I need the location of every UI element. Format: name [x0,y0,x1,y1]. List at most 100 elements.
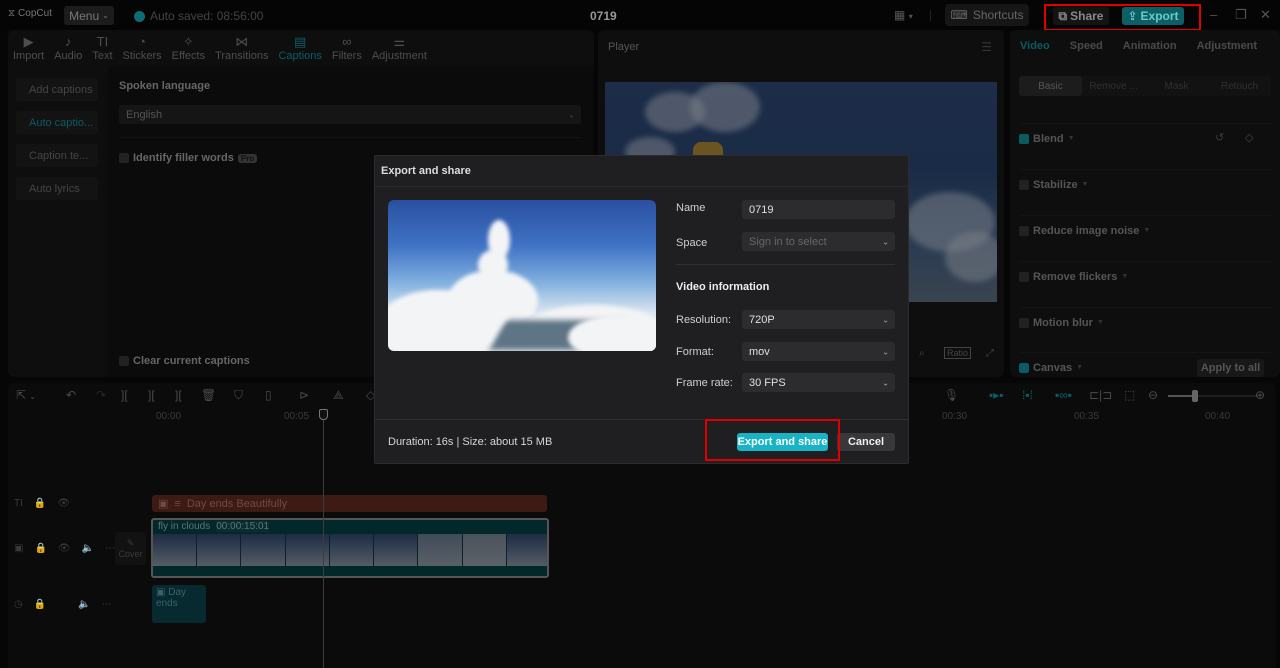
caret-down-icon[interactable]: ▼ [1076,364,1083,371]
sidebar-item[interactable]: Auto captio... [16,111,98,134]
split-right-button[interactable]: ][ [175,388,182,402]
caret-down-icon[interactable]: ▼ [1097,319,1104,326]
subtab[interactable]: Retouch [1208,76,1271,96]
tab-captions[interactable]: ▤ Captions [273,30,326,66]
record-audio-button[interactable]: 🎙 [944,388,959,402]
property-row[interactable]: Blend ▼ [1019,123,1271,153]
lock-icon[interactable]: 🔒 [34,498,46,509]
freeze-button[interactable]: ▯ [265,388,272,402]
property-row[interactable]: Reduce image noise ▼ [1019,215,1271,245]
export-button[interactable]: ⇪ Export [1122,7,1184,25]
tab-audio[interactable]: ♪ Audio [49,30,87,66]
checkbox[interactable] [1019,133,1029,144]
text-clip[interactable]: ▣ ≡ Day ends Beautifully [152,495,547,512]
subtab[interactable]: Remove ... [1082,76,1145,96]
zoom-slider-thumb[interactable] [1192,390,1198,402]
checkbox[interactable] [1019,317,1029,328]
reset-button[interactable]: ↺ [1215,131,1224,144]
keyframe-button[interactable]: ◇ [1245,131,1253,144]
cover-button[interactable]: ✎ Cover [115,532,146,565]
tab-transitions[interactable]: ⋈ Transitions [210,30,273,66]
tab-adjustment[interactable]: ⚌ Adjustment [367,30,432,66]
minimize-button[interactable]: – [1210,7,1217,22]
timeline-zoom-slider[interactable] [1168,390,1258,402]
sidebar-item[interactable]: Caption te... [16,144,98,167]
playhead[interactable] [323,409,324,668]
tab-stickers[interactable]: ◔ Stickers [118,30,167,66]
menu-button[interactable]: Menu ⌄ [64,6,114,25]
tab-adjustment[interactable]: Adjustment [1187,40,1268,52]
zoom-in-button[interactable]: ⊕ [1255,388,1265,402]
language-select[interactable]: English ⌄ [119,105,581,124]
checkbox[interactable] [1019,225,1029,236]
tab-filters[interactable]: ∞ Filters [327,30,367,66]
zoom-out-button[interactable]: ⊖ [1148,388,1158,402]
playhead-handle[interactable] [319,409,328,420]
format-select[interactable]: mov ⌄ [742,342,895,361]
subtab[interactable]: Basic [1019,76,1082,96]
ratio-button[interactable]: Ratio [944,347,972,359]
volume-icon[interactable]: 🔈 [78,599,90,610]
tab-import[interactable]: ▶ Import [8,30,49,66]
property-row[interactable]: Stabilize ▼ [1019,169,1271,199]
more-icon[interactable]: ⋯ [102,599,112,610]
video-clip[interactable]: fly in clouds 00:00:15:01 [151,518,549,578]
cancel-button[interactable]: Cancel [837,433,895,451]
reverse-button[interactable]: ⊳ [299,388,309,402]
apply-to-all-button[interactable]: Apply to all [1197,359,1264,377]
player-menu-button[interactable]: ☰ [981,40,992,54]
split-button[interactable]: ][ [121,388,128,402]
lock-icon[interactable]: 🔒 [34,599,46,610]
subtab[interactable]: Mask [1145,76,1208,96]
layout-button[interactable]: ▦ ▾ [894,8,913,22]
checkbox[interactable] [1019,271,1029,282]
tab-video[interactable]: Video [1010,40,1060,52]
sidebar-item[interactable]: Add captions [16,78,98,101]
main-track-magnet-button[interactable]: ▪▸▪ [989,388,1004,402]
restore-button[interactable]: ❐ [1235,7,1247,23]
close-button[interactable]: ✕ [1260,7,1271,23]
select-tool-button[interactable]: ⇱ ⌄ [16,388,36,402]
lock-icon[interactable]: 🔒 [34,543,46,554]
framerate-select[interactable]: 30 FPS ⌄ [742,373,895,392]
caret-down-icon[interactable]: ▼ [1082,181,1089,188]
split-left-button[interactable]: ][ [148,388,155,402]
tab-animation[interactable]: Animation [1113,40,1187,52]
filler-words-option[interactable]: Identify filler words Pro [119,152,258,164]
checkbox[interactable] [1019,362,1029,373]
fullscreen-button[interactable]: ⤢ [986,348,994,359]
tab-text[interactable]: TI Text [87,30,117,66]
delete-button[interactable]: 🗑 [201,388,216,402]
redo-button[interactable]: ↷ [96,388,106,402]
preview-axis-button[interactable]: ⊏|⊐ [1089,388,1112,402]
checkbox[interactable] [119,153,129,163]
share-button[interactable]: ⧉ Share [1053,7,1109,25]
audio-clip[interactable]: ▣ Day ends [152,585,206,623]
checkbox[interactable] [1019,179,1029,190]
auto-snap-button[interactable]: ⁞▪⁞ [1022,388,1033,402]
space-select[interactable]: Sign in to select ⌄ [742,232,895,251]
clear-captions-option[interactable]: Clear current captions [119,355,250,367]
checkbox[interactable] [119,356,129,366]
caret-down-icon[interactable]: ▼ [1143,227,1150,234]
linkage-button[interactable]: ▪∞▪ [1055,388,1072,402]
mirror-button[interactable]: ⟁ [333,388,344,403]
zoom-to-fit-button[interactable]: ⬚ [1124,388,1135,402]
property-row[interactable]: Remove flickers ▼ [1019,261,1271,291]
caret-down-icon[interactable]: ▼ [1121,273,1128,280]
shortcuts-button[interactable]: ⌨ Shortcuts [945,4,1029,26]
zoom-fit-button[interactable]: ⌕ [919,348,925,359]
eye-icon[interactable]: 👁 [57,498,70,509]
sidebar-item[interactable]: Auto lyrics [16,177,98,200]
tab-effects[interactable]: ✧ Effects [167,30,210,66]
resolution-select[interactable]: 720P ⌄ [742,310,895,329]
volume-icon[interactable]: 🔈 [82,543,94,554]
marker-button[interactable]: ⛉ [234,388,243,403]
name-input[interactable]: 0719 [742,200,895,219]
tab-speed[interactable]: Speed [1060,40,1113,52]
eye-icon[interactable]: 👁 [58,543,71,554]
property-row[interactable]: Motion blur ▼ [1019,307,1271,337]
caret-down-icon[interactable]: ▼ [1068,135,1075,142]
undo-button[interactable]: ↶ [66,388,76,402]
more-icon[interactable]: ⋯ [105,543,115,554]
